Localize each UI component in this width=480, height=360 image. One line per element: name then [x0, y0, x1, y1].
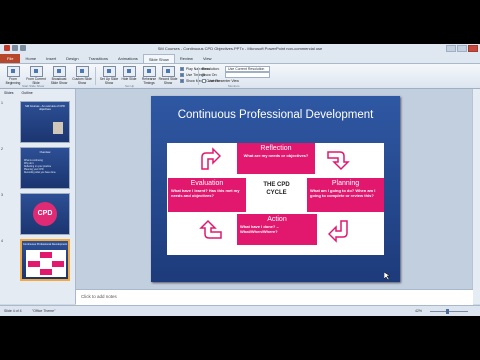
- from-current-slide-button[interactable]: From Current Slide: [25, 66, 47, 86]
- record-slide-show-button[interactable]: Record Slide Show: [158, 66, 178, 86]
- custom-slide-show-button[interactable]: Custom Slide Show: [71, 66, 93, 86]
- tab-view[interactable]: View: [198, 54, 217, 63]
- window-title: SM Courses - Continuous CPD Objectives.P…: [157, 46, 323, 51]
- set-up-slide-show-button[interactable]: Set Up Slide Show: [98, 66, 120, 86]
- reflection-box[interactable]: Reflection What are my needs or objectiv…: [237, 143, 315, 174]
- slide-thumbnail[interactable]: CPD: [20, 193, 70, 235]
- slide-title[interactable]: Continuous Professional Development: [151, 108, 400, 122]
- notes-placeholder: Click to add notes: [81, 294, 117, 299]
- show-on-label: Show On:: [202, 73, 218, 77]
- mini-cycle: [26, 250, 66, 277]
- broadcast-slide-show-button[interactable]: Broadcast Slide Show: [48, 66, 70, 86]
- group-label-start: Start Slide Show: [22, 84, 45, 88]
- ribbon-separator: [198, 67, 199, 85]
- custom-show-icon: [75, 66, 89, 77]
- broadcast-icon: [52, 66, 66, 77]
- notes-pane[interactable]: Click to add notes: [76, 289, 473, 305]
- mouse-cursor-icon: [384, 272, 390, 280]
- cpd-logo: CPD: [33, 202, 57, 226]
- title-bar: SM Courses - Continuous CPD Objectives.P…: [0, 44, 480, 54]
- slide-thumbnail[interactable]: Overview What is continuing Why do it Re…: [20, 147, 70, 189]
- tab-slides[interactable]: Slides: [0, 89, 18, 97]
- from-beginning-button[interactable]: From Beginning: [2, 66, 24, 86]
- slides-pane: Slides Outline 1 SM Courses - An overvie…: [0, 89, 76, 304]
- slide-canvas[interactable]: Continuous Professional Development Refl…: [151, 96, 400, 282]
- slide-thumbnail[interactable]: SM Courses - An overview of CPD objectiv…: [20, 101, 70, 143]
- zoom-level: 42%: [415, 309, 423, 313]
- vertical-scrollbar[interactable]: [472, 89, 480, 304]
- planning-box[interactable]: Planning What am I going to do? When am …: [307, 178, 384, 212]
- tab-file[interactable]: File: [0, 54, 21, 63]
- tab-slide-show[interactable]: Slide Show: [142, 54, 175, 63]
- theme-name: "Office Theme": [32, 309, 56, 313]
- arrow-right-down-icon: [327, 151, 350, 171]
- setup-icon: [102, 66, 116, 77]
- slide-thumbnail-row[interactable]: 4 Continuous Professional Development: [0, 237, 75, 283]
- slide-thumbnail-selected[interactable]: Continuous Professional Development: [20, 239, 70, 281]
- slide-thumbnail-row[interactable]: 2 Overview What is continuing Why do it …: [0, 145, 75, 191]
- show-on-dropdown[interactable]: [225, 72, 270, 78]
- ribbon-tabs: File Home Insert Design Transitions Anim…: [0, 54, 480, 64]
- arrow-left-up-icon: [199, 219, 222, 239]
- ribbon: From Beginning From Current Slide Broadc…: [0, 64, 480, 89]
- pane-tabs: Slides Outline: [0, 89, 75, 97]
- minimize-button[interactable]: [446, 45, 456, 52]
- close-button[interactable]: [468, 45, 478, 52]
- maximize-button[interactable]: [457, 45, 467, 52]
- cpd-cycle-diagram: Reflection What are my needs or objectiv…: [167, 143, 384, 255]
- arrow-down-left-icon: [328, 220, 348, 243]
- tab-outline[interactable]: Outline: [18, 89, 37, 97]
- slide-thumbnail-row[interactable]: 1 SM Courses - An overview of CPD object…: [0, 99, 75, 145]
- group-label-monitors: Monitors: [228, 84, 240, 88]
- tab-design[interactable]: Design: [61, 54, 83, 63]
- tab-animations[interactable]: Animations: [113, 54, 143, 63]
- rehearse-timings-button[interactable]: Rehearse Timings: [139, 66, 159, 86]
- record-icon: [161, 66, 175, 77]
- tab-insert[interactable]: Insert: [41, 54, 61, 63]
- cycle-center-label: THE CPD CYCLE: [263, 182, 290, 196]
- action-box[interactable]: Action What have I done? – What/When/Whe…: [237, 214, 317, 245]
- tab-review[interactable]: Review: [175, 54, 198, 63]
- arrow-up-right-icon: [201, 147, 221, 170]
- hide-slide-icon: [122, 66, 136, 77]
- ribbon-separator: [95, 67, 96, 85]
- window-controls: [446, 45, 478, 52]
- zoom-slider-thumb[interactable]: [446, 309, 449, 314]
- slide-counter: Slide 4 of 4: [4, 309, 22, 313]
- play-icon: [6, 66, 20, 77]
- timer-icon: [142, 66, 156, 77]
- slide-thumbnail-row[interactable]: 3 CPD: [0, 191, 75, 237]
- presenter-view-checkbox[interactable]: Use Presenter View: [202, 79, 239, 83]
- portrait-photo: [53, 122, 63, 134]
- evaluation-box[interactable]: Evaluation What have I learnt? Has this …: [168, 178, 246, 212]
- status-bar: Slide 4 of 4 "Office Theme" 42%: [0, 305, 480, 316]
- zoom-slider[interactable]: [430, 311, 468, 312]
- tab-transitions[interactable]: Transitions: [84, 54, 113, 63]
- play-icon: [29, 66, 43, 77]
- resolution-label: Resolution:: [202, 67, 220, 71]
- hide-slide-button[interactable]: Hide Slide: [120, 66, 138, 86]
- group-label-setup: Set Up: [125, 84, 135, 88]
- tab-home[interactable]: Home: [20, 54, 41, 63]
